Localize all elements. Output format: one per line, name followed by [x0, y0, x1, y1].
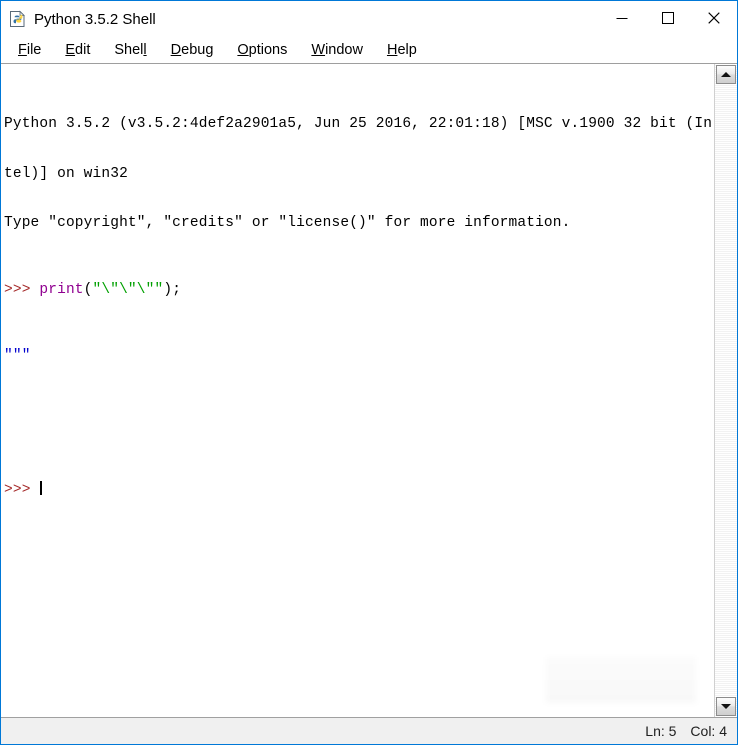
menu-rest-file: ile	[26, 42, 42, 58]
title-bar: Python 3.5.2 Shell	[1, 1, 737, 37]
text-caret	[40, 480, 43, 495]
minimize-button[interactable]	[599, 1, 645, 37]
menu-item-debug[interactable]: Debug	[162, 40, 223, 60]
menu-accel-window: W	[311, 42, 326, 58]
menu-rest-window: indow	[325, 42, 363, 58]
menu-rest-edit: dit	[75, 42, 91, 58]
code-close-paren: );	[163, 281, 182, 298]
status-line-number: Ln: 5	[645, 723, 677, 739]
input-line: >>> print("\"\"\"");	[4, 282, 714, 299]
banner-text-3: Type "copyright", "credits" or "license(…	[4, 215, 571, 232]
status-column-number: Col: 4	[690, 723, 727, 739]
prompt-marker: >>>	[4, 281, 40, 298]
close-icon	[708, 11, 720, 27]
close-button[interactable]	[691, 1, 737, 37]
menu-item-options[interactable]: Options	[228, 40, 296, 60]
menu-accel-debug: D	[170, 42, 182, 58]
code-open-paren: (	[83, 281, 93, 298]
current-input-line[interactable]: >>>	[4, 480, 714, 499]
scroll-up-button[interactable]	[716, 65, 736, 84]
banner-text-2: tel)] on win32	[4, 165, 128, 182]
banner-line-3: Type "copyright", "credits" or "license(…	[4, 215, 714, 232]
scroll-up-arrow-icon	[721, 72, 731, 77]
maximize-icon	[662, 11, 674, 27]
caption-button-group	[599, 1, 737, 37]
banner-text-1: Python 3.5.2 (v3.5.2:4def2a2901a5, Jun 2…	[4, 115, 713, 132]
output-line: """	[4, 348, 714, 365]
menu-accel-edit: E	[65, 42, 76, 58]
menu-rest-help: elp	[397, 42, 417, 58]
shell-transcript[interactable]: Python 3.5.2 (v3.5.2:4def2a2901a5, Jun 2…	[1, 64, 714, 548]
menu-item-edit[interactable]: Edit	[56, 40, 99, 60]
menu-accel-file: F	[18, 42, 27, 58]
menu-item-file[interactable]: File	[9, 40, 50, 60]
python-file-icon	[9, 10, 27, 28]
menu-item-shell[interactable]: Shell	[105, 40, 155, 60]
menu-pre-shell: Shel	[114, 42, 144, 58]
menu-rest-debug: ebug	[181, 42, 214, 58]
python-shell-window: Python 3.5.2 Shell File Edit Shell Debug…	[0, 0, 738, 745]
menu-rest-options: ptions	[248, 42, 288, 58]
menu-accel-options: O	[237, 42, 249, 58]
window-title: Python 3.5.2 Shell	[34, 11, 156, 28]
status-bar: Ln: 5 Col: 4	[1, 717, 737, 744]
menu-bar: File Edit Shell Debug Options Window Hel…	[1, 37, 737, 63]
output-text: """	[4, 348, 31, 365]
maximize-button[interactable]	[645, 1, 691, 37]
menu-item-help[interactable]: Help	[378, 40, 426, 60]
code-string-literal: "\"\"\""	[92, 281, 164, 298]
code-builtin-print: print	[39, 281, 84, 298]
current-prompt-marker: >>>	[4, 481, 40, 498]
banner-line-2: tel)] on win32	[4, 166, 714, 183]
shell-text-pane[interactable]: Python 3.5.2 (v3.5.2:4def2a2901a5, Jun 2…	[1, 64, 714, 717]
background-watermark	[546, 657, 696, 703]
scroll-down-button[interactable]	[716, 697, 736, 716]
minimize-icon	[616, 12, 628, 27]
menu-accel-help: H	[386, 42, 398, 58]
menu-item-window[interactable]: Window	[302, 40, 372, 60]
banner-line-1: Python 3.5.2 (v3.5.2:4def2a2901a5, Jun 2…	[4, 116, 714, 133]
shell-area: Python 3.5.2 (v3.5.2:4def2a2901a5, Jun 2…	[1, 63, 737, 717]
menu-accel-shell: l	[143, 42, 147, 58]
vertical-scrollbar[interactable]	[714, 64, 737, 717]
scroll-down-arrow-icon	[721, 704, 731, 709]
